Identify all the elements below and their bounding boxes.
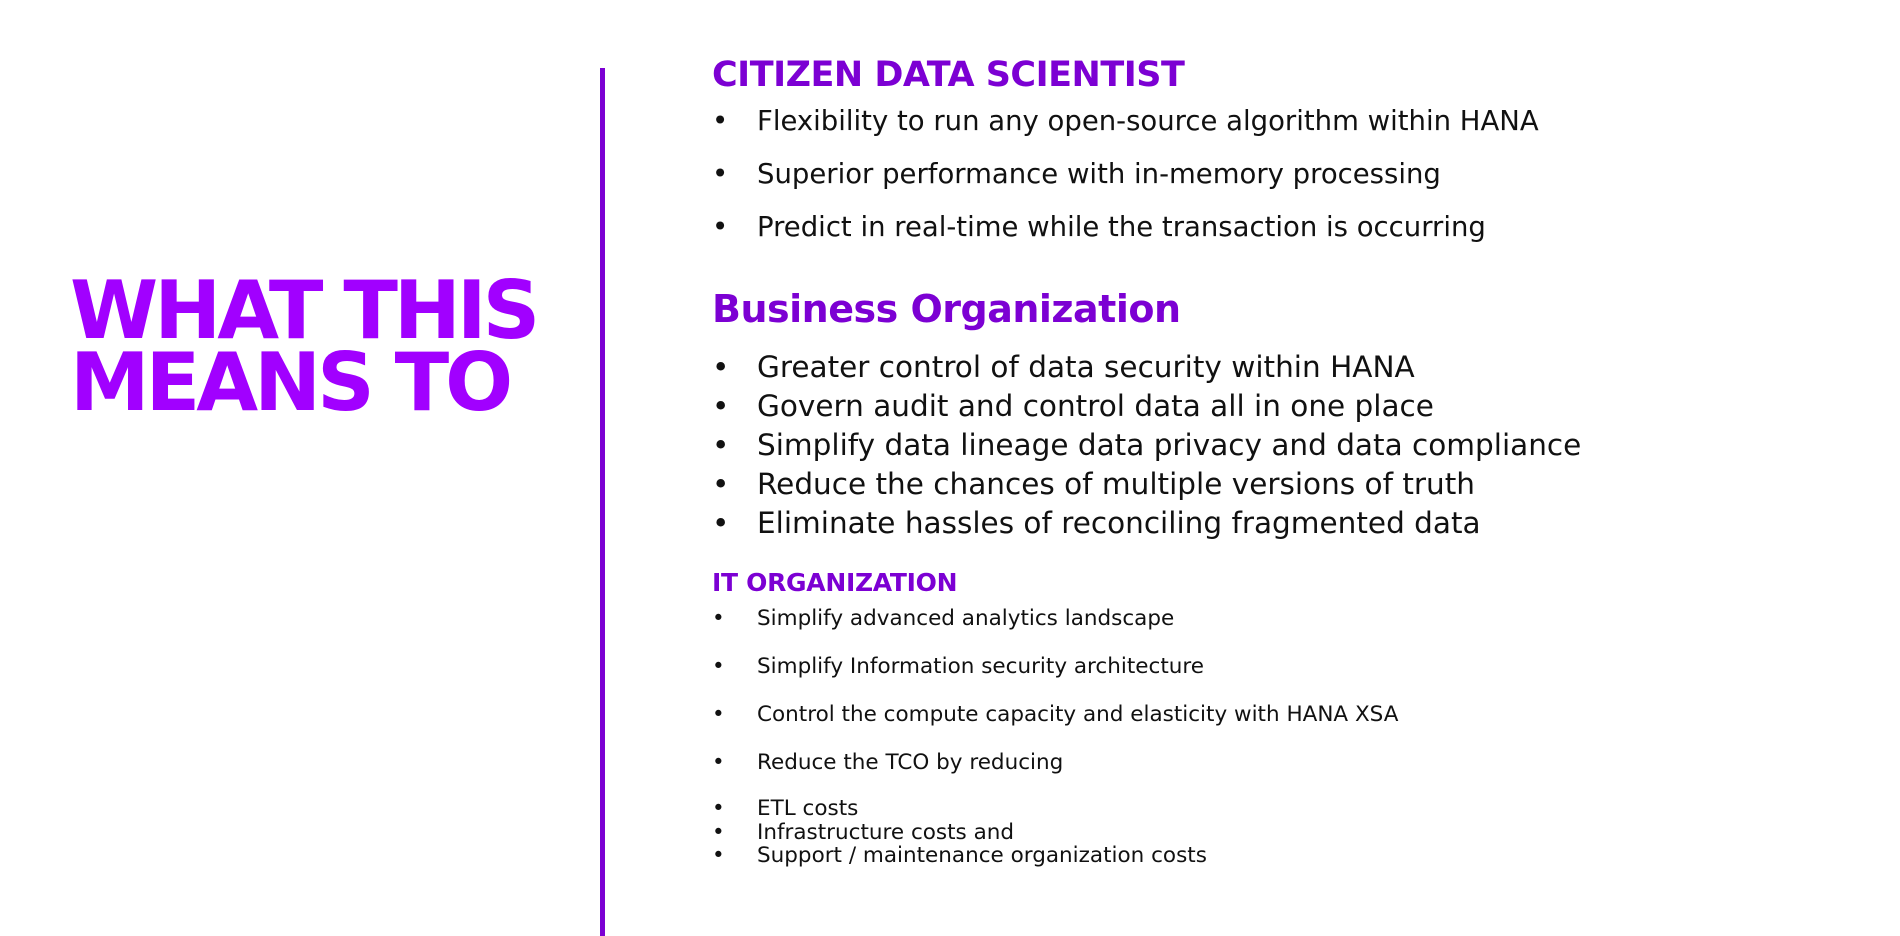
citizen-data-scientist-list: • Flexibility to run any open-source algo… bbox=[712, 103, 1862, 262]
list-item: • Flexibility to run any open-source algo… bbox=[712, 103, 1862, 156]
list-item-text: Simplify advanced analytics landscape bbox=[757, 606, 1175, 631]
list-item: • Greater control of data security within… bbox=[712, 348, 1862, 387]
list-item: • Predict in real-time while the transact… bbox=[712, 209, 1862, 262]
bullet-icon: • bbox=[712, 211, 729, 243]
list-item-text: Greater control of data security within … bbox=[757, 350, 1415, 384]
bullet-icon: • bbox=[712, 819, 725, 845]
list-item-text: Simplify data lineage data privacy and d… bbox=[757, 428, 1582, 462]
list-item: • Simplify Information security architect… bbox=[712, 653, 1862, 701]
list-item: • Eliminate hassles of reconciling fragme… bbox=[712, 504, 1862, 543]
citizen-data-scientist-heading: CITIZEN DATA SCIENTIST bbox=[712, 55, 1185, 95]
tco-reduction-sublist: • ETL costs • Infrastructure costs and • Su… bbox=[712, 797, 1862, 868]
page-title: WHAT THIS MEANS TO bbox=[70, 271, 590, 429]
list-item-text: Reduce the TCO by reducing bbox=[757, 750, 1064, 775]
list-item-text: Support / maintenance organization costs bbox=[757, 843, 1207, 868]
list-item: • Simplify data lineage data privacy and … bbox=[712, 426, 1862, 465]
page-title-line-2: MEANS TO bbox=[70, 336, 513, 429]
list-item: • Govern audit and control data all in on… bbox=[712, 387, 1862, 426]
bullet-icon: • bbox=[712, 158, 729, 190]
bullet-icon: • bbox=[712, 350, 730, 384]
bullet-icon: • bbox=[712, 428, 730, 462]
it-organization-list: • Simplify advanced analytics landscape •… bbox=[712, 605, 1862, 797]
list-item-text: Superior performance with in-memory proc… bbox=[757, 158, 1441, 190]
bullet-icon: • bbox=[712, 796, 725, 821]
list-item-text: Govern audit and control data all in one… bbox=[757, 389, 1434, 423]
list-item: • Control the compute capacity and elasti… bbox=[712, 701, 1862, 749]
list-item-text: Predict in real-time while the transacti… bbox=[757, 211, 1486, 243]
list-item: • Reduce the chances of multiple versions… bbox=[712, 465, 1862, 504]
list-item-text: Flexibility to run any open-source algor… bbox=[757, 105, 1539, 137]
list-item: • Simplify advanced analytics landscape bbox=[712, 605, 1862, 653]
it-organization-heading: IT ORGANIZATION bbox=[712, 568, 958, 597]
list-item: • Reduce the TCO by reducing bbox=[712, 749, 1862, 797]
list-item: • Support / maintenance organization cost… bbox=[712, 844, 1862, 868]
list-item: • Infrastructure costs and bbox=[712, 819, 1862, 845]
bullet-icon: • bbox=[712, 389, 730, 423]
vertical-divider bbox=[600, 68, 605, 936]
list-item-text: Eliminate hassles of reconciling fragmen… bbox=[757, 506, 1481, 540]
list-item-text: Simplify Information security architectu… bbox=[757, 654, 1204, 679]
list-item-text: Reduce the chances of multiple versions … bbox=[757, 467, 1475, 501]
business-organization-list: • Greater control of data security within… bbox=[712, 348, 1862, 543]
business-organization-heading: Business Organization bbox=[712, 287, 1181, 331]
list-item-text: Control the compute capacity and elastic… bbox=[757, 702, 1399, 727]
bullet-icon: • bbox=[712, 702, 725, 727]
list-item-text: Infrastructure costs and bbox=[757, 819, 1015, 845]
bullet-icon: • bbox=[712, 506, 730, 540]
list-item-text: ETL costs bbox=[757, 796, 859, 821]
bullet-icon: • bbox=[712, 105, 729, 137]
list-item: • ETL costs bbox=[712, 797, 1862, 821]
list-item: • Superior performance with in-memory pro… bbox=[712, 156, 1862, 209]
bullet-icon: • bbox=[712, 750, 725, 775]
bullet-icon: • bbox=[712, 654, 725, 679]
bullet-icon: • bbox=[712, 606, 725, 631]
bullet-icon: • bbox=[712, 843, 725, 868]
bullet-icon: • bbox=[712, 467, 730, 501]
